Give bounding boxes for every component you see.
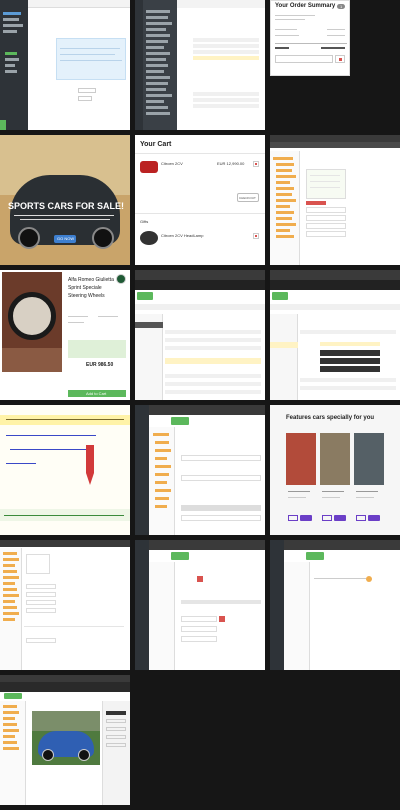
save-button[interactable] (306, 552, 324, 560)
cart-item-price: EUR 12,990.00 (217, 161, 245, 166)
buy-button[interactable] (368, 515, 380, 521)
promo-code-input[interactable] (275, 55, 333, 63)
file-tree[interactable] (270, 151, 300, 265)
save-button[interactable] (0, 120, 6, 130)
arrow-icon (86, 445, 94, 485)
code-annotation (0, 405, 130, 535)
form-input[interactable] (78, 88, 96, 93)
gifts-label: Gifts (140, 219, 149, 224)
order-summary-title: Your Order Summary (275, 3, 336, 9)
add-to-cart-button[interactable]: Add to Cart (68, 390, 126, 397)
promo-title: SPORTS CARS FOR SALE! (8, 201, 125, 211)
buy-button[interactable] (334, 515, 346, 521)
screenshot-image-editor (0, 675, 130, 805)
screenshot-editor-table-2 (270, 270, 400, 400)
apply-promo-button[interactable] (335, 55, 345, 63)
featured-cars: Features cars specially for you (270, 405, 400, 535)
item-count-badge: 1 (337, 4, 345, 9)
featured-title: Features cars specially for you (286, 415, 375, 421)
screenshot-cms-form (0, 0, 130, 130)
order-summary-panel: Your Order Summary 1 (270, 0, 350, 76)
screenshot-tree-editor (135, 405, 265, 535)
car-card[interactable] (286, 433, 316, 485)
product-price: EUR 986.50 (86, 362, 114, 368)
car-card[interactable] (320, 433, 350, 485)
gift-name: Citroen 2CV HeadLamp (161, 233, 204, 238)
product-title: Alfa Romeo Giulietta Sprint Speciale Ste… (68, 277, 114, 299)
cart-item-image (140, 161, 158, 173)
car-card[interactable] (354, 433, 384, 485)
save-button[interactable] (171, 417, 189, 425)
screenshot-editor-table (135, 270, 265, 400)
gift-image (140, 231, 158, 245)
screenshot-editor-tree (270, 135, 400, 265)
screenshot-editor-form (0, 540, 130, 670)
promo-banner: SPORTS CARS FOR SALE! GO NOW (0, 135, 130, 265)
form-input[interactable] (78, 96, 92, 101)
save-button[interactable] (272, 292, 288, 300)
screenshot-editor-canvas (270, 540, 400, 670)
properties-panel[interactable] (102, 701, 130, 805)
remove-item-button[interactable] (253, 161, 259, 167)
car-photo (32, 711, 100, 765)
add-gift-button[interactable] (253, 233, 259, 239)
product-image (2, 272, 62, 372)
screenshot-editor-fields (135, 540, 265, 670)
cart-title: Your Cart (140, 141, 172, 148)
save-button[interactable] (4, 693, 22, 699)
cart-item-name: Citroen 2CV (161, 161, 183, 166)
info-panel (56, 38, 126, 80)
cms-sidebar (0, 0, 28, 130)
go-now-button[interactable]: GO NOW (54, 235, 76, 243)
buy-button[interactable] (300, 515, 312, 521)
dropdown-menu[interactable] (143, 0, 177, 130)
save-button[interactable] (171, 552, 189, 560)
screenshot-cms-menu (135, 0, 265, 130)
save-button[interactable] (137, 292, 153, 300)
product-page: Alfa Romeo Giulietta Sprint Speciale Ste… (0, 270, 130, 400)
checkout-button[interactable]: CHECKOUT (237, 193, 259, 202)
cart-panel: Your Cart Citroen 2CV EUR 12,990.00 CHEC… (135, 135, 265, 265)
brand-logo (116, 274, 126, 284)
